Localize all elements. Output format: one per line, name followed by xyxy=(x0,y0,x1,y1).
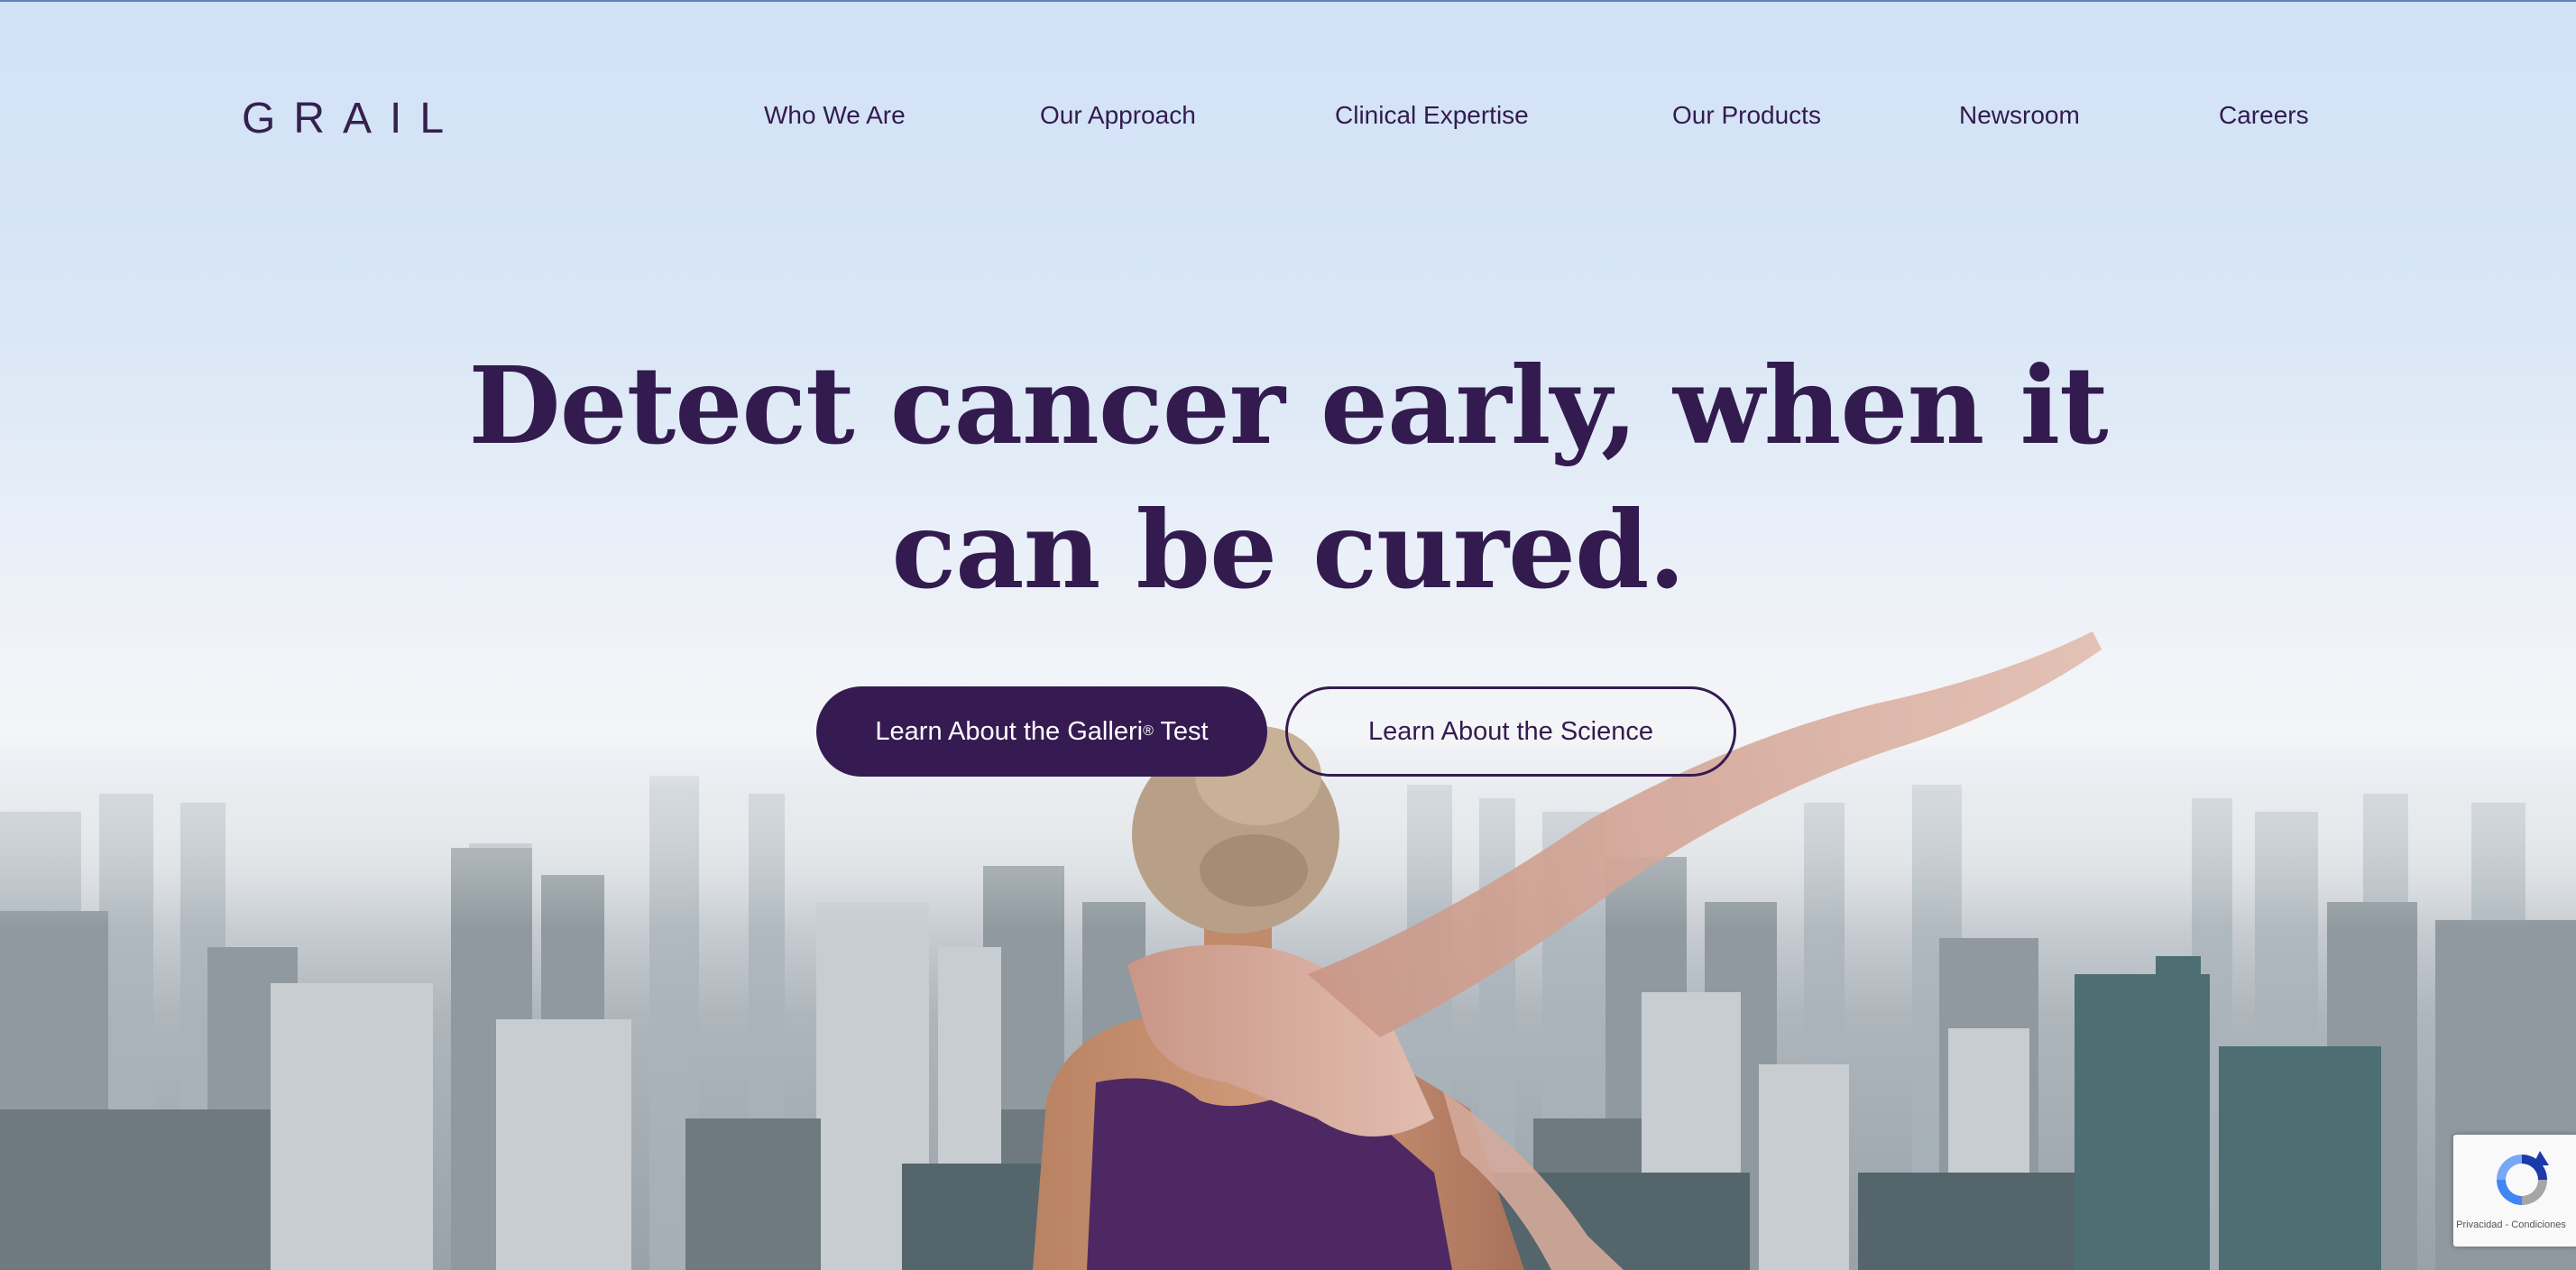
headline-line-1: Detect cancer early, when it xyxy=(468,343,2108,468)
recaptcha-badge[interactable]: Privacidad - Condiciones xyxy=(2453,1135,2576,1247)
nav-our-products[interactable]: Our Products xyxy=(1672,101,1821,130)
hero-section: GRAIL Who We Are Our Approach Clinical E… xyxy=(0,0,2576,1270)
learn-science-button[interactable]: Learn About the Science xyxy=(1285,686,1736,777)
galleri-button-label-end: Test xyxy=(1153,716,1209,746)
nav-our-approach[interactable]: Our Approach xyxy=(1040,101,1196,130)
nav-who-we-are[interactable]: Who We Are xyxy=(764,101,906,130)
hero-background-image xyxy=(0,631,2576,1270)
recaptcha-logo-icon xyxy=(2497,1151,2549,1205)
nav-careers[interactable]: Careers xyxy=(2219,101,2309,130)
science-button-label: Learn About the Science xyxy=(1367,716,1653,746)
hero-headline: Detect cancer early, when it can be cure… xyxy=(386,334,2190,622)
learn-galleri-test-button[interactable]: Learn About the Galleri ® Test xyxy=(816,686,1267,777)
registered-mark: ® xyxy=(1143,723,1154,739)
nav-clinical-expertise[interactable]: Clinical Expertise xyxy=(1335,101,1529,130)
main-navigation: Who We Are Our Approach Clinical Experti… xyxy=(0,101,2576,137)
recaptcha-links[interactable]: Privacidad - Condiciones xyxy=(2453,1219,2569,1230)
galleri-button-label: Learn About the Galleri xyxy=(875,716,1144,746)
nav-newsroom[interactable]: Newsroom xyxy=(1959,101,2080,130)
headline-line-2: can be cured. xyxy=(891,487,1685,612)
